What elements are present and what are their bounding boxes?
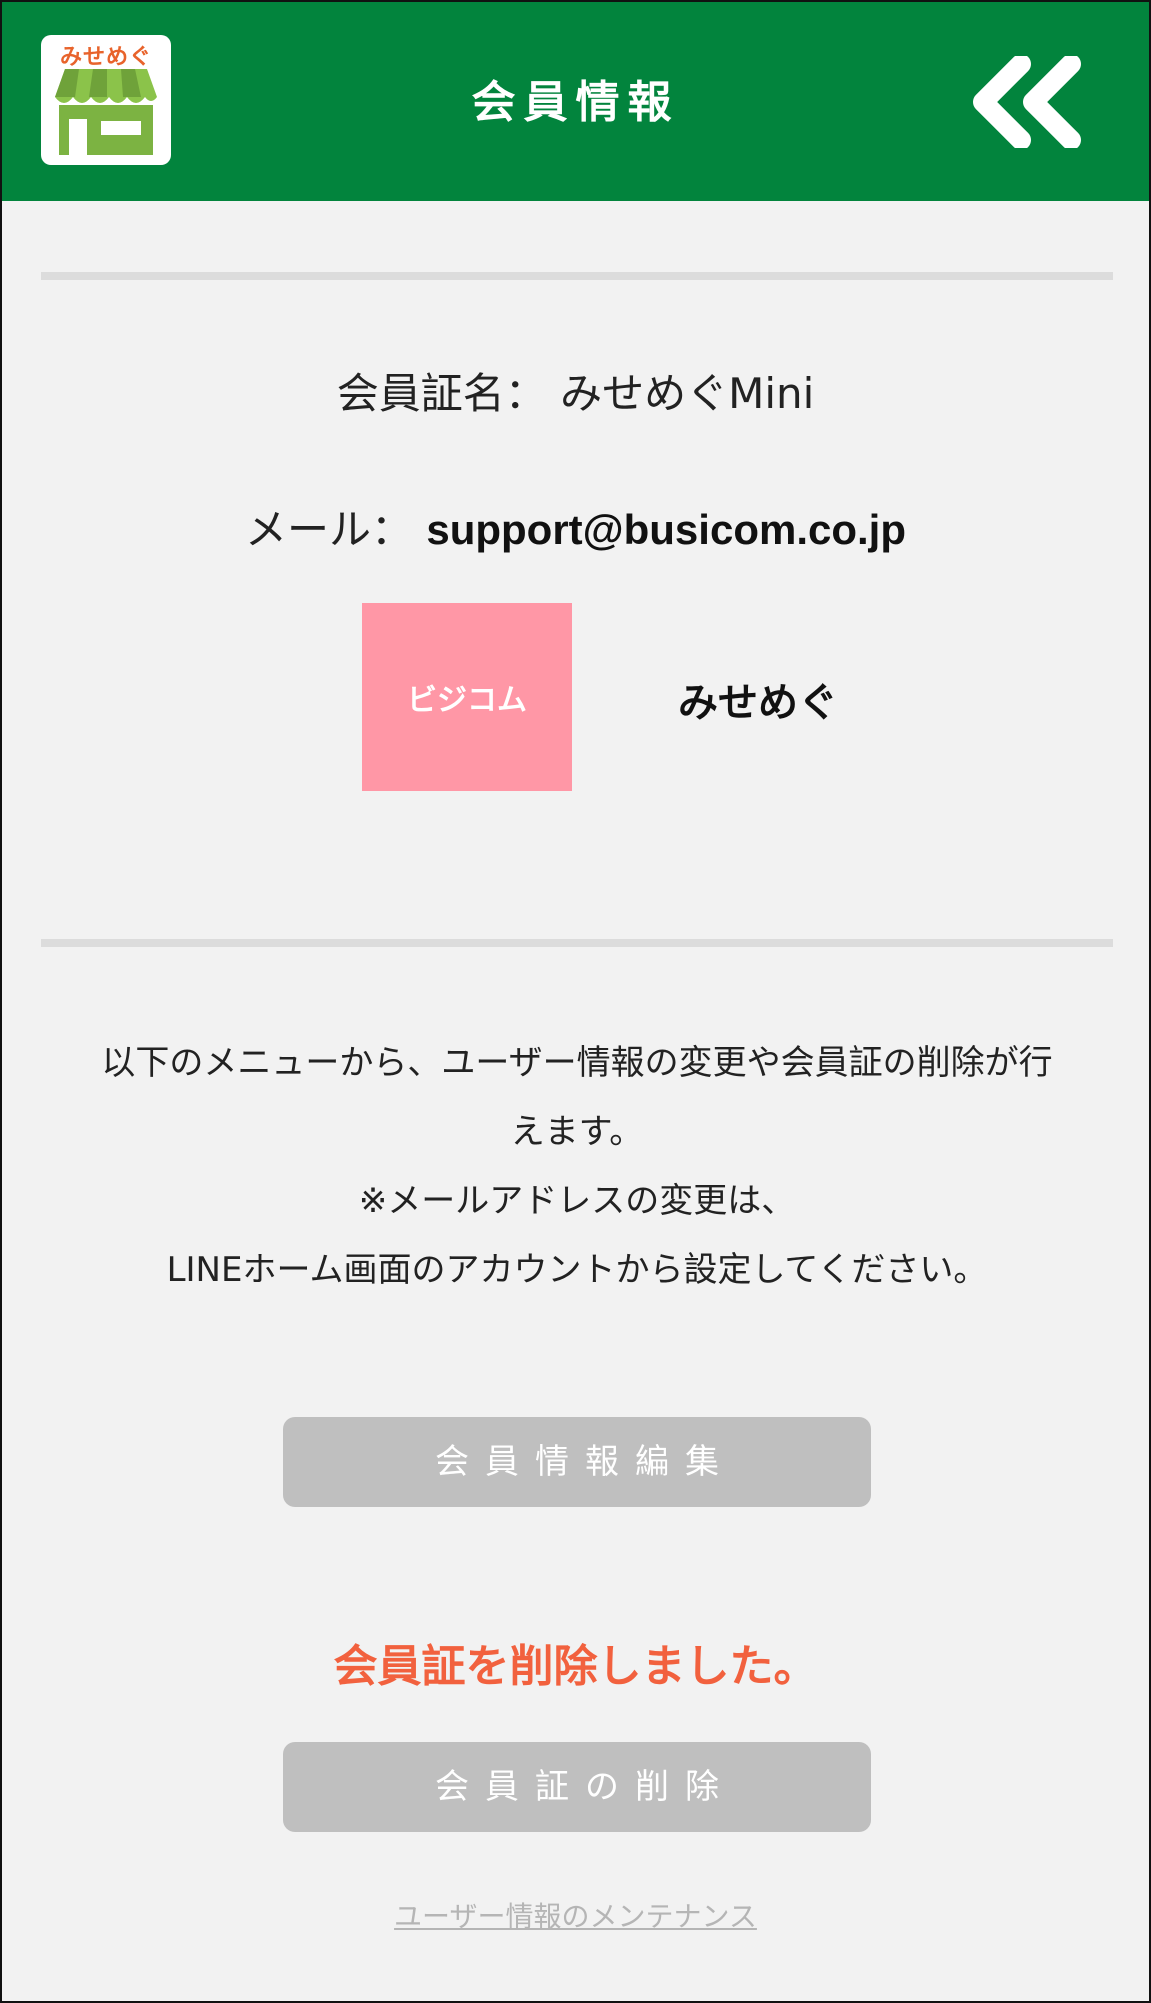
- shop-logo: ビジコム: [362, 603, 572, 791]
- shop-name: みせめぐ: [678, 680, 838, 726]
- description-line-1: 以下のメニューから、ユーザー情報の変更や会員証の削除が行: [101, 1043, 1053, 1083]
- back-button[interactable]: [969, 54, 1087, 150]
- double-chevron-left-icon: [973, 54, 1081, 150]
- header-bar: みせめぐ 会員情報: [2, 2, 1149, 201]
- card-name-row: 会員証名： みせめぐMini: [2, 360, 1149, 421]
- status-message: 会員証を削除しました。: [333, 1641, 818, 1692]
- divider-middle: [41, 939, 1113, 947]
- description-line-3: ※メールアドレスの変更は、: [358, 1181, 796, 1221]
- edit-member-info-button[interactable]: 会員情報編集: [283, 1417, 871, 1507]
- mail-value: support@busicom.co.jp: [426, 506, 906, 553]
- page-frame: みせめぐ 会員情報 会員証名： みせめぐMini メール： support@bu…: [0, 0, 1151, 2003]
- description-line-4: LINEホーム画面のアカウントから設定してください。: [166, 1250, 988, 1290]
- shop-logo-text: ビジコム: [407, 683, 527, 718]
- description-line-2: えます。: [510, 1112, 644, 1152]
- divider-top: [41, 272, 1113, 280]
- card-name-value: みせめぐMini: [560, 369, 815, 418]
- delete-card-button[interactable]: 会員証の削除: [283, 1742, 871, 1832]
- mail-row: メール： support@busicom.co.jp: [2, 496, 1149, 557]
- card-name-label: 会員証名：: [336, 369, 547, 418]
- user-maintenance-link[interactable]: ユーザー情報のメンテナンス: [2, 1895, 1149, 1935]
- mail-label: メール：: [244, 505, 413, 554]
